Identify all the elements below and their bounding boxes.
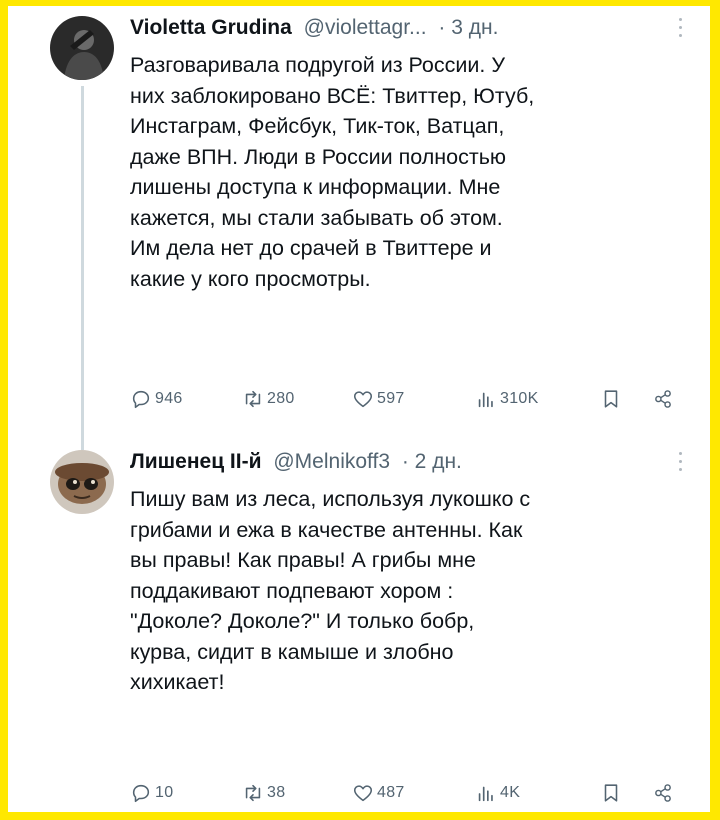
repost-arrows-icon	[245, 390, 261, 408]
tweet-actions: 946 280 597 310K	[130, 384, 686, 414]
avatar[interactable]	[50, 16, 114, 80]
share-icon	[655, 390, 671, 408]
more-dots-icon[interactable]	[678, 18, 684, 40]
thread-line	[81, 86, 84, 450]
more-dots-icon[interactable]	[678, 452, 684, 474]
tweet-time[interactable]: · 3 дн.	[438, 16, 498, 39]
speech-bubble-icon	[132, 390, 150, 409]
bookmark-button[interactable]	[600, 778, 625, 808]
reply-count: 10	[155, 784, 174, 801]
author-handle[interactable]: @Melnikoff3	[273, 450, 390, 473]
like-count: 597	[377, 390, 405, 407]
bookmark-icon	[604, 390, 618, 408]
share-icon	[655, 784, 671, 802]
tweet-text: Пишу вам из леса, используя лукошко с гр…	[130, 487, 531, 694]
speech-bubble-icon	[132, 784, 150, 803]
views-button[interactable]: 310K	[475, 384, 539, 414]
heart-icon	[353, 391, 373, 408]
share-button[interactable]	[652, 778, 677, 808]
tweet-actions: 10 38 487 4K	[130, 778, 686, 808]
views-button[interactable]: 4K	[475, 778, 520, 808]
repost-count: 38	[267, 784, 286, 801]
tweet[interactable]: Violetta Grudina @violettagr... · 3 дн. …	[8, 10, 710, 450]
tweet-text: Разговаривала подругой из России. У них …	[130, 53, 535, 291]
repost-arrows-icon	[245, 784, 261, 802]
heart-icon	[353, 785, 373, 802]
bookmark-button[interactable]	[600, 384, 625, 414]
like-count: 487	[377, 784, 405, 801]
author-handle[interactable]: @violettagr...	[304, 16, 427, 39]
author-name[interactable]: Violetta Grudina	[130, 16, 292, 39]
author-name[interactable]: Лишенец II-й	[130, 450, 262, 473]
tweet-header: Violetta Grudina @violettagr... · 3 дн.	[130, 16, 680, 50]
avatar[interactable]	[50, 450, 114, 514]
repost-count: 280	[267, 390, 295, 407]
repost-button[interactable]: 280	[242, 384, 295, 414]
bar-chart-icon	[478, 786, 493, 802]
views-count: 310K	[500, 390, 539, 407]
reply-button[interactable]: 946	[130, 384, 183, 414]
share-button[interactable]	[652, 384, 677, 414]
views-count: 4K	[500, 784, 521, 801]
like-button[interactable]: 597	[352, 384, 405, 414]
repost-button[interactable]: 38	[242, 778, 285, 808]
tweet[interactable]: Лишенец II-й @Melnikoff3 · 2 дн. Пишу ва…	[8, 444, 710, 812]
bookmark-icon	[604, 784, 618, 802]
tweet-header: Лишенец II-й @Melnikoff3 · 2 дн.	[130, 450, 680, 484]
tweet-time[interactable]: · 2 дн.	[402, 450, 462, 473]
screenshot-frame: Violetta Grudina @violettagr... · 3 дн. …	[8, 6, 710, 812]
reply-count: 946	[155, 390, 183, 407]
bar-chart-icon	[478, 392, 493, 408]
reply-button[interactable]: 10	[130, 778, 173, 808]
like-button[interactable]: 487	[352, 778, 405, 808]
